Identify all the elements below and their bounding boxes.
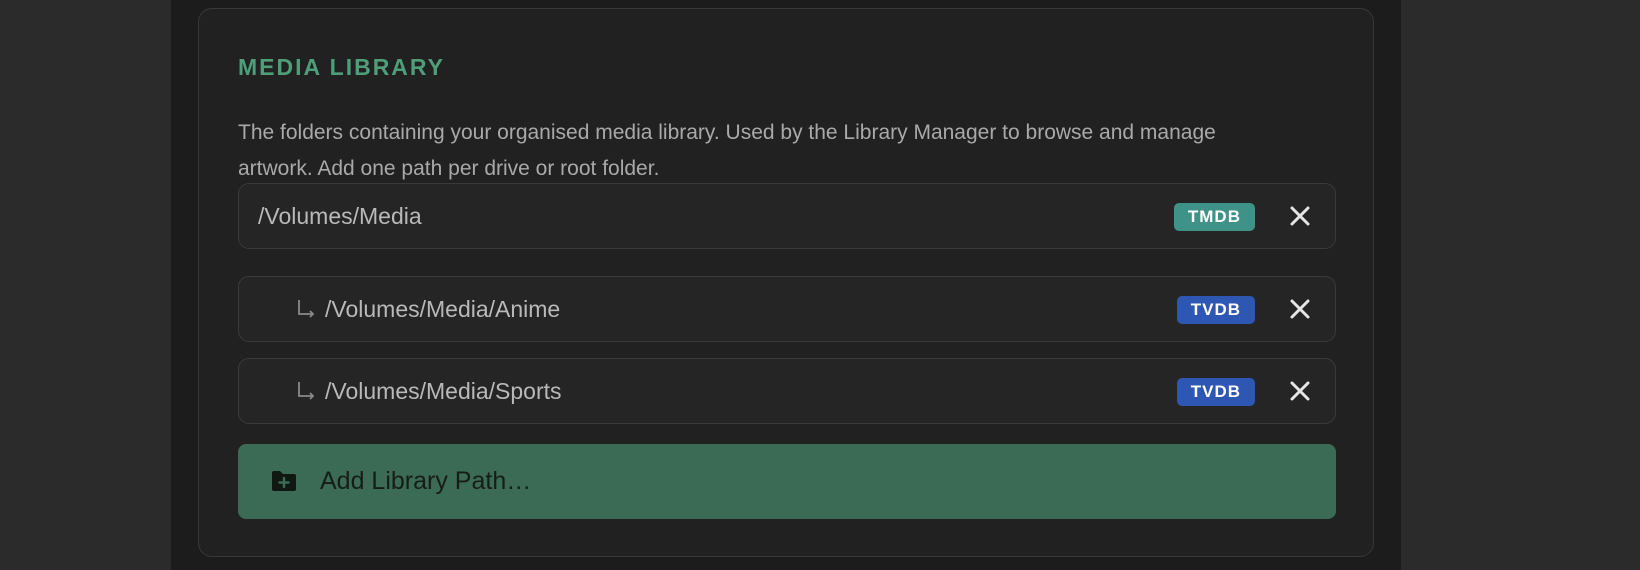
folder-plus-icon — [272, 471, 296, 491]
close-icon — [1290, 299, 1310, 319]
close-icon — [1290, 206, 1310, 226]
library-path-row: /Volumes/Media TMDB — [238, 183, 1336, 249]
library-path-text: /Volumes/Media — [258, 203, 422, 229]
add-library-path-button[interactable]: Add Library Path… — [238, 444, 1336, 519]
remove-path-button[interactable] — [1284, 200, 1316, 232]
section-title: MEDIA LIBRARY — [238, 54, 446, 80]
source-badge-tvdb: TVDB — [1176, 378, 1255, 406]
subdirectory-arrow-icon — [298, 382, 315, 400]
add-library-path-label: Add Library Path… — [320, 467, 532, 495]
library-path-text: /Volumes/Media/Anime — [325, 296, 561, 322]
remove-path-button[interactable] — [1284, 375, 1316, 407]
library-path-row: /Volumes/Media/Anime TVDB — [238, 276, 1336, 342]
source-badge-tvdb: TVDB — [1176, 296, 1255, 324]
close-icon — [1290, 381, 1310, 401]
library-path-text: /Volumes/Media/Sports — [325, 378, 562, 404]
remove-path-button[interactable] — [1284, 293, 1316, 325]
source-badge-tmdb: TMDB — [1173, 203, 1255, 231]
media-library-card: MEDIA LIBRARY The folders containing you… — [198, 8, 1374, 557]
section-description: The folders containing your organised me… — [238, 121, 1216, 180]
subdirectory-arrow-icon — [298, 300, 315, 318]
library-path-row: /Volumes/Media/Sports TVDB — [238, 358, 1336, 424]
